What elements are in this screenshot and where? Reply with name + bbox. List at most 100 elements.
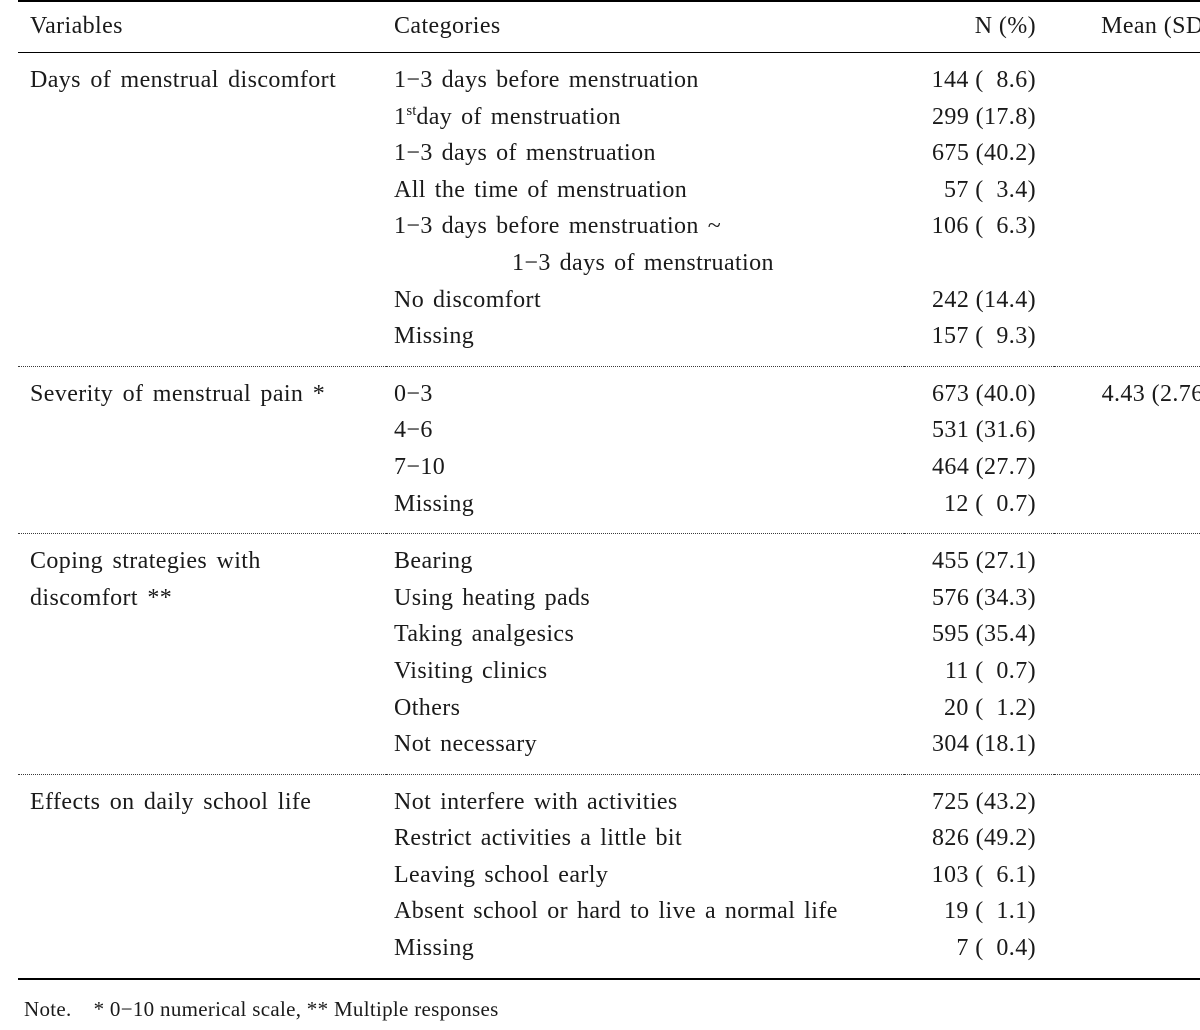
category-text: Absent school or hard to live a normal l… [394, 898, 838, 924]
category-label: Missing [386, 486, 904, 534]
table-row: Not necessary304 (18.1) [18, 726, 1200, 774]
category-text: Not interfere with activities [394, 789, 678, 815]
mean-sd-value [1054, 653, 1200, 690]
n-percent-value: 725 (43.2) [904, 774, 1054, 820]
category-text: 7−10 [394, 454, 445, 480]
n-percent-value: 675 (40.2) [904, 135, 1054, 172]
mean-sd-value [1054, 893, 1200, 930]
n-percent-value: 299 (17.8) [904, 99, 1054, 136]
header-row: Variables Categories N (%) Mean (SD) [18, 1, 1200, 53]
category-label: Absent school or hard to live a normal l… [386, 893, 904, 930]
category-text: All the time of menstruation [394, 177, 687, 203]
table-row: Effects on daily school lifeNot interfer… [18, 774, 1200, 820]
category-label: Taking analgesics [386, 616, 904, 653]
category-label: 1−3 days of menstruation [386, 135, 904, 172]
variable-spacer [18, 726, 386, 774]
variable-spacer [18, 208, 386, 245]
variable-spacer [18, 412, 386, 449]
mean-sd-value [1054, 616, 1200, 653]
category-label: 1−3 days of menstruation [386, 245, 904, 282]
category-text: Others [394, 695, 460, 721]
n-percent-value: 7 ( 0.4) [904, 930, 1054, 979]
category-text: 1−3 days before menstruation ~ [394, 213, 721, 239]
variable-spacer [18, 616, 386, 653]
category-text: 1−3 days before menstruation [394, 67, 699, 93]
table-row: 1−3 days before menstruation ~106 ( 6.3) [18, 208, 1200, 245]
category-text: 1stday of menstruation [394, 104, 621, 130]
category-label: No discomfort [386, 282, 904, 319]
mean-sd-value [1054, 690, 1200, 727]
table-note: Note.* 0−10 numerical scale, ** Multiple… [18, 979, 1200, 1030]
variable-spacer [18, 282, 386, 319]
category-text: Using heating pads [394, 585, 590, 611]
n-percent-value: 242 (14.4) [904, 282, 1054, 319]
mean-sd-value [1054, 245, 1200, 282]
column-header-mean-sd: Mean (SD) [1054, 1, 1200, 53]
category-label: Visiting clinics [386, 653, 904, 690]
table-row: Taking analgesics595 (35.4) [18, 616, 1200, 653]
variable-spacer [18, 449, 386, 486]
category-text: 4−6 [394, 417, 433, 443]
table-row: All the time of menstruation 57 ( 3.4) [18, 172, 1200, 209]
variable-label: Severity of menstrual pain * [18, 366, 386, 412]
category-label: Missing [386, 318, 904, 366]
table-container: Variables Categories N (%) Mean (SD) Day… [0, 0, 1200, 1009]
table-note-row: Note.* 0−10 numerical scale, ** Multiple… [18, 979, 1200, 1030]
n-percent-value: 103 ( 6.1) [904, 857, 1054, 894]
table-header: Variables Categories N (%) Mean (SD) [18, 1, 1200, 53]
mean-sd-value [1054, 282, 1200, 319]
variable-spacer [18, 486, 386, 534]
variable-spacer [18, 690, 386, 727]
mean-sd-value [1054, 774, 1200, 820]
mean-sd-value [1054, 318, 1200, 366]
category-text: Restrict activities a little bit [394, 825, 682, 851]
variable-spacer [18, 930, 386, 979]
variable-spacer [18, 135, 386, 172]
mean-sd-value [1054, 857, 1200, 894]
mean-sd-value: 4.43 (2.76) [1054, 366, 1200, 412]
table-row: Missing 12 ( 0.7) [18, 486, 1200, 534]
ordinal-suffix: st [406, 103, 416, 119]
table-row: 4−6531 (31.6) [18, 412, 1200, 449]
n-percent-value: 11 ( 0.7) [904, 653, 1054, 690]
n-percent-value: 455 (27.1) [904, 534, 1054, 580]
mean-sd-value [1054, 580, 1200, 617]
statistics-table: Variables Categories N (%) Mean (SD) Day… [18, 0, 1200, 1030]
n-percent-value: 19 ( 1.1) [904, 893, 1054, 930]
variable-label: Days of menstrual discomfort [18, 53, 386, 99]
table-row: Others 20 ( 1.2) [18, 690, 1200, 727]
category-label: Not interfere with activities [386, 774, 904, 820]
n-percent-value: 20 ( 1.2) [904, 690, 1054, 727]
category-label: Not necessary [386, 726, 904, 774]
mean-sd-value [1054, 930, 1200, 979]
table-row: 1−3 days of menstruation [18, 245, 1200, 282]
table-row: No discomfort 242 (14.4) [18, 282, 1200, 319]
variable-label-line2: discomfort ** [18, 580, 386, 617]
variable-spacer [18, 99, 386, 136]
n-percent-value [904, 245, 1054, 282]
category-text: Missing [394, 323, 474, 349]
category-label: Missing [386, 930, 904, 979]
mean-sd-value [1054, 172, 1200, 209]
table-row: 1stday of menstruation 299 (17.8) [18, 99, 1200, 136]
category-label: 7−10 [386, 449, 904, 486]
mean-sd-value [1054, 534, 1200, 580]
mean-sd-value [1054, 99, 1200, 136]
variable-spacer [18, 857, 386, 894]
variable-spacer [18, 245, 386, 282]
category-text: No discomfort [394, 287, 541, 313]
table-row: Severity of menstrual pain *0−3673 (40.0… [18, 366, 1200, 412]
table-row: 7−10464 (27.7) [18, 449, 1200, 486]
table-row: Visiting clinics 11 ( 0.7) [18, 653, 1200, 690]
category-label: 1−3 days before menstruation [386, 53, 904, 99]
category-label: Restrict activities a little bit [386, 820, 904, 857]
table-row: 1−3 days of menstruation675 (40.2) [18, 135, 1200, 172]
mean-sd-value [1054, 135, 1200, 172]
table-row: Restrict activities a little bit826 (49.… [18, 820, 1200, 857]
n-percent-value: 157 ( 9.3) [904, 318, 1054, 366]
table-row: discomfort **Using heating pads576 (34.3… [18, 580, 1200, 617]
category-text: 0−3 [394, 381, 433, 407]
category-text: Visiting clinics [394, 658, 547, 684]
category-text: Missing [394, 491, 474, 517]
n-percent-value: 12 ( 0.7) [904, 486, 1054, 534]
